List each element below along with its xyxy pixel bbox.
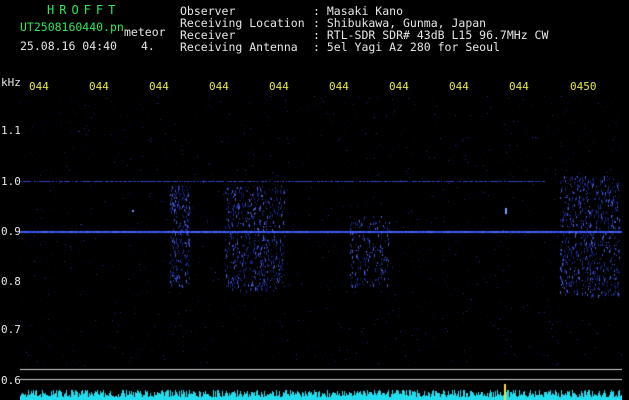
antenna-label: Receiving Antenna <box>180 40 298 54</box>
datetime: 25.08.16 04:40 <box>20 39 117 53</box>
y-tick-label: 0.8 <box>1 275 21 288</box>
spectrogram-plot <box>20 96 622 400</box>
x-tick-label: 044 <box>449 80 469 93</box>
x-tick-label: 044 <box>29 80 49 93</box>
count-value: 4. <box>141 39 155 53</box>
file-name: UT2508160440.pn <box>20 20 124 34</box>
x-tick-label: 044 <box>209 80 229 93</box>
app-logo: HROFFT <box>47 3 121 17</box>
mode-label: meteor <box>124 25 166 39</box>
x-tick-label: 044 <box>329 80 349 93</box>
axis-unit-label: kHz <box>1 76 21 89</box>
y-tick-label: 0.9 <box>1 225 21 238</box>
y-tick-label: 0.6 <box>1 374 21 387</box>
x-tick-label: 044 <box>149 80 169 93</box>
x-tick-label: 044 <box>509 80 529 93</box>
x-tick-label: 044 <box>89 80 109 93</box>
spectrogram-canvas <box>20 96 622 400</box>
y-tick-label: 1.1 <box>1 124 21 137</box>
antenna-value: : 5el Yagi Az 280 for Seoul <box>313 40 500 54</box>
x-tick-label: 0450 <box>570 80 597 93</box>
x-tick-label: 044 <box>389 80 409 93</box>
y-tick-label: 0.7 <box>1 323 21 336</box>
x-tick-label: 044 <box>269 80 289 93</box>
y-tick-label: 1.0 <box>1 175 21 188</box>
